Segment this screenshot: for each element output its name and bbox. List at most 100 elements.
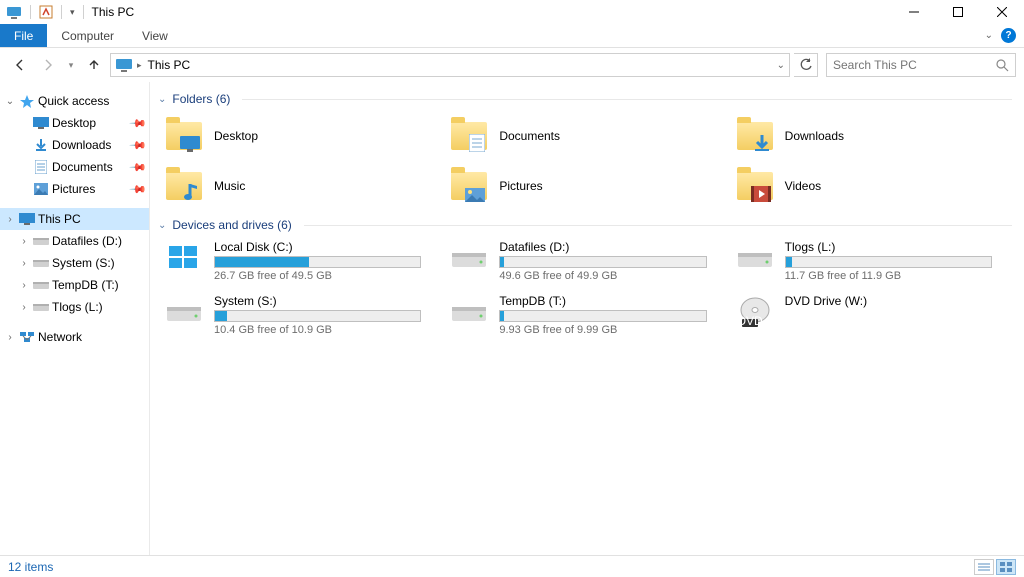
- properties-icon[interactable]: [39, 5, 53, 19]
- folder-label: Desktop: [214, 129, 258, 143]
- status-item-count: 12 items: [8, 560, 53, 574]
- chevron-right-icon[interactable]: ›: [4, 214, 16, 225]
- drive-label: System (S:): [214, 294, 421, 308]
- drive-item[interactable]: Tlogs (L:)11.7 GB free of 11.9 GB: [735, 240, 1012, 288]
- folder-item[interactable]: Music: [164, 164, 441, 208]
- breadcrumb[interactable]: This PC: [146, 58, 193, 72]
- tree-item-documents[interactable]: Documents 📌: [0, 156, 149, 178]
- tree-quick-access[interactable]: ⌄ Quick access: [0, 90, 149, 112]
- group-header-drives[interactable]: ⌄ Devices and drives (6): [158, 218, 1012, 232]
- chevron-right-icon[interactable]: ›: [18, 280, 30, 291]
- drive-label: Datafiles (D:): [499, 240, 706, 254]
- maximize-button[interactable]: [936, 0, 980, 24]
- tree-item-drive[interactable]: › Tlogs (L:): [0, 296, 149, 318]
- pin-icon: 📌: [129, 158, 148, 177]
- folder-label: Videos: [785, 179, 821, 193]
- folder-label: Downloads: [785, 129, 844, 143]
- tree-label: Datafiles (D:): [52, 234, 149, 248]
- help-icon[interactable]: ?: [1001, 28, 1016, 43]
- tree-label: This PC: [38, 212, 149, 226]
- tree-label: Network: [38, 330, 149, 344]
- folder-icon: [449, 118, 489, 154]
- expand-ribbon-icon[interactable]: ⌄: [985, 30, 993, 41]
- group-header-folders[interactable]: ⌄ Folders (6): [158, 92, 1012, 106]
- tiles-view-button[interactable]: [996, 559, 1016, 575]
- drive-icon: [32, 299, 50, 315]
- folder-item[interactable]: Desktop: [164, 114, 441, 158]
- folder-item[interactable]: Documents: [449, 114, 726, 158]
- content-pane: ⌄ Folders (6) Desktop Documents Downloads M…: [150, 82, 1024, 555]
- file-tab[interactable]: File: [0, 24, 47, 47]
- tree-item-desktop[interactable]: Desktop 📌: [0, 112, 149, 134]
- title-bar: ▾ This PC: [0, 0, 1024, 24]
- breadcrumb-separator[interactable]: ▸: [137, 60, 142, 71]
- folder-icon: [164, 168, 204, 204]
- pin-icon: 📌: [129, 114, 148, 133]
- tree-this-pc[interactable]: › This PC: [0, 208, 149, 230]
- chevron-right-icon[interactable]: ›: [18, 258, 30, 269]
- tree-item-drive[interactable]: › TempDB (T:): [0, 274, 149, 296]
- address-bar[interactable]: ▸ This PC ⌄: [110, 53, 790, 77]
- forward-button[interactable]: [36, 53, 60, 77]
- folder-icon: [449, 168, 489, 204]
- drive-free-space: 49.6 GB free of 49.9 GB: [499, 270, 706, 282]
- chevron-down-icon[interactable]: ⌄: [158, 94, 166, 105]
- folder-icon: [735, 168, 775, 204]
- drive-item[interactable]: System (S:) 10.4 GB free of 10.9 GB: [164, 294, 441, 342]
- tree-label: Quick access: [38, 94, 149, 108]
- chevron-right-icon[interactable]: ›: [18, 236, 30, 247]
- search-icon[interactable]: [996, 59, 1009, 72]
- drive-icon: DVD: [735, 294, 775, 330]
- pin-icon: 📌: [129, 136, 148, 155]
- minimize-button[interactable]: [892, 0, 936, 24]
- pin-icon: 📌: [129, 180, 148, 199]
- recent-dropdown[interactable]: ▾: [64, 53, 78, 77]
- qat-overflow-icon[interactable]: ▾: [70, 7, 75, 18]
- drive-free-space: 9.93 GB free of 9.99 GB: [499, 324, 706, 336]
- drive-label: Local Disk (C:): [214, 240, 421, 254]
- drive-free-space: 10.4 GB free of 10.9 GB: [214, 324, 421, 336]
- drive-icon: [164, 294, 204, 330]
- chevron-right-icon[interactable]: ›: [4, 332, 16, 343]
- chevron-down-icon[interactable]: ⌄: [158, 220, 166, 231]
- qat-divider: [61, 5, 62, 19]
- drive-item[interactable]: TempDB (T:)9.93 GB free of 9.99 GB: [449, 294, 726, 342]
- drive-icon: [32, 255, 50, 271]
- svg-text:DVD: DVD: [738, 314, 763, 327]
- tree-network[interactable]: › Network: [0, 326, 149, 348]
- tree-item-pictures[interactable]: Pictures 📌: [0, 178, 149, 200]
- tree-item-downloads[interactable]: Downloads 📌: [0, 134, 149, 156]
- details-view-button[interactable]: [974, 559, 994, 575]
- drive-item[interactable]: Local Disk (C:)26.7 GB free of 49.5 GB: [164, 240, 441, 288]
- drive-icon: [32, 277, 50, 293]
- chevron-down-icon[interactable]: ⌄: [4, 96, 16, 107]
- navigation-pane: ⌄ Quick access Desktop 📌 Downloads 📌 Doc…: [0, 82, 150, 555]
- folder-item[interactable]: Downloads: [735, 114, 1012, 158]
- drive-item[interactable]: DVDDVD Drive (W:): [735, 294, 1012, 342]
- address-dropdown-icon[interactable]: ⌄: [777, 60, 785, 71]
- drive-usage-bar: [499, 256, 706, 268]
- tree-label: TempDB (T:): [52, 278, 149, 292]
- folder-item[interactable]: Pictures: [449, 164, 726, 208]
- group-title: Folders (6): [172, 92, 230, 106]
- folder-icon: [735, 118, 775, 154]
- tab-computer[interactable]: Computer: [47, 24, 128, 47]
- pictures-icon: [32, 181, 50, 197]
- drive-icon: [735, 240, 775, 276]
- search-input[interactable]: [833, 58, 996, 72]
- drive-usage-bar: [785, 256, 992, 268]
- close-button[interactable]: [980, 0, 1024, 24]
- drive-usage-bar: [214, 256, 421, 268]
- back-button[interactable]: [8, 53, 32, 77]
- folder-item[interactable]: Videos: [735, 164, 1012, 208]
- tree-label: Documents: [52, 160, 129, 174]
- search-box[interactable]: [826, 53, 1016, 77]
- refresh-button[interactable]: [794, 53, 818, 77]
- chevron-right-icon[interactable]: ›: [18, 302, 30, 313]
- tree-item-drive[interactable]: › Datafiles (D:): [0, 230, 149, 252]
- tab-view[interactable]: View: [128, 24, 182, 47]
- drive-item[interactable]: Datafiles (D:) 49.6 GB free of 49.9 GB: [449, 240, 726, 288]
- tree-item-drive[interactable]: › System (S:): [0, 252, 149, 274]
- drive-free-space: 11.7 GB free of 11.9 GB: [785, 270, 992, 282]
- up-button[interactable]: [82, 53, 106, 77]
